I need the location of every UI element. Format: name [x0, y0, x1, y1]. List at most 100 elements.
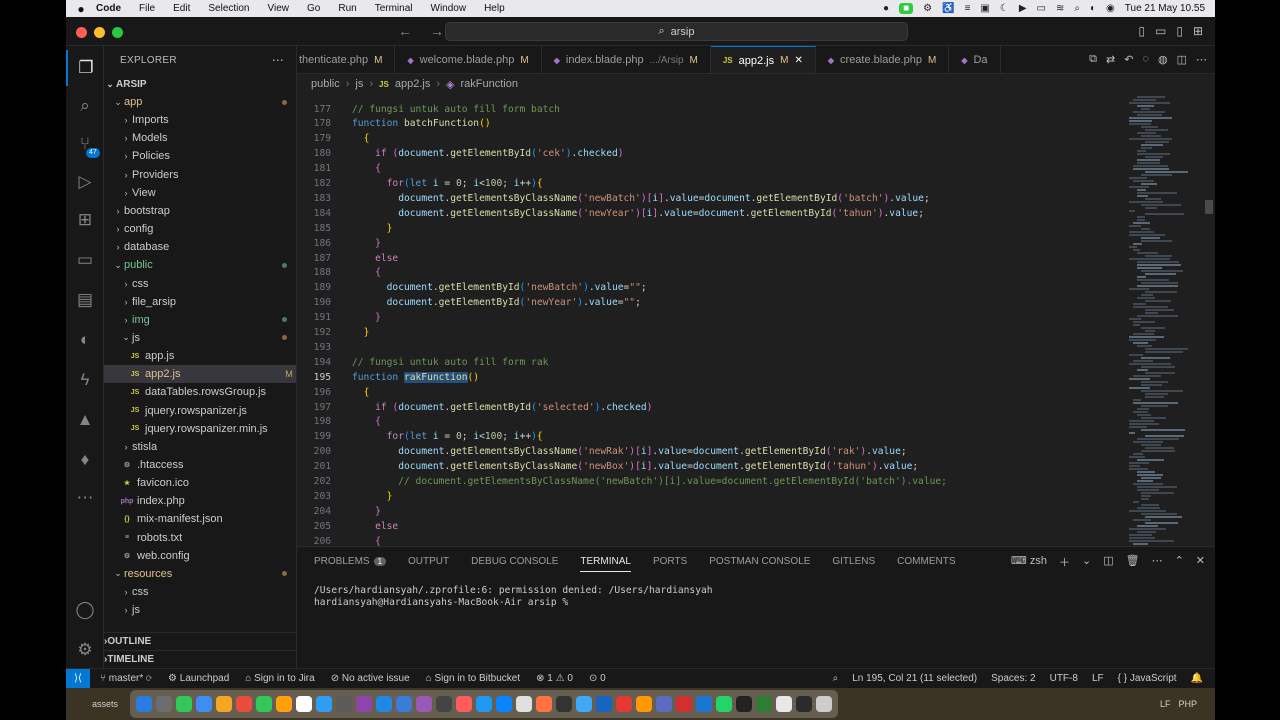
open-preview-icon[interactable]: ⧉	[1089, 53, 1097, 66]
tree-folder[interactable]: › config	[104, 220, 296, 238]
outline-section[interactable]: › OUTLINE	[104, 632, 296, 650]
panel-tab[interactable]: POSTMAN CONSOLE	[709, 556, 810, 567]
tree-file[interactable]: JS jquery.rowspanizer.js	[104, 402, 296, 420]
code-line[interactable]: 192 }	[297, 325, 1097, 340]
tree-file[interactable]: ⚙ .htaccess	[104, 456, 296, 474]
project-root[interactable]: ⌄ ARSIP	[104, 75, 296, 93]
editor-tab[interactable]: JS app2.js M ✕	[710, 46, 816, 73]
forward-arrow-icon[interactable]: →	[430, 23, 444, 39]
dock-app-icon[interactable]	[656, 696, 672, 712]
dock-app-icon[interactable]	[136, 696, 152, 712]
toggle-panel-icon[interactable]: ▭	[1155, 24, 1166, 38]
dock-app-icon[interactable]	[556, 696, 572, 712]
cursor-position[interactable]: Ln 195, Col 21 (11 selected)	[852, 673, 977, 684]
code-line[interactable]: 190 document.getElementById('newYear').v…	[297, 295, 1097, 310]
new-terminal-icon[interactable]: ＋	[1059, 554, 1070, 570]
panel-tab[interactable]: COMMENTS	[897, 556, 955, 567]
go-back-icon[interactable]: ↶	[1124, 53, 1133, 66]
moon-icon[interactable]: ☾	[1000, 3, 1009, 14]
code-line[interactable]: 203 }	[297, 489, 1097, 504]
accounts-icon[interactable]: ◯	[66, 592, 104, 628]
dock-app-icon[interactable]	[416, 696, 432, 712]
minimap[interactable]	[1127, 94, 1203, 546]
split-editor-icon[interactable]: ◫	[1177, 53, 1187, 66]
database-icon[interactable]: ≡	[965, 3, 971, 14]
dock-app-icon[interactable]	[296, 696, 312, 712]
breadcrumb-item[interactable]: app2.js	[395, 78, 430, 90]
code-line[interactable]: 188 {	[297, 265, 1097, 280]
run-debug-icon[interactable]: ▷	[66, 164, 104, 200]
notifications-bell-icon[interactable]: 🔔	[1191, 673, 1203, 684]
code-line[interactable]: 184 document.getElementsByClassName('new…	[297, 206, 1097, 221]
tree-folder[interactable]: › css	[104, 275, 296, 293]
dock-app-icon[interactable]	[476, 696, 492, 712]
code-line[interactable]: 198 {	[297, 414, 1097, 429]
more-actions-icon[interactable]: ⋯	[1196, 53, 1207, 66]
dock-app-icon[interactable]	[256, 696, 272, 712]
editor-tab[interactable]: ◆ Da	[949, 46, 1001, 73]
remote-explorer-icon[interactable]: ▭	[66, 242, 104, 278]
more-actions-icon[interactable]: ⋯	[272, 53, 284, 67]
code-line[interactable]: 195 function rakFunction()	[297, 370, 1097, 385]
code-line[interactable]: 199 for(let i = 0; i<100; i++){	[297, 429, 1097, 444]
code-line[interactable]: 179 {	[297, 131, 1097, 146]
tree-folder[interactable]: ⌄ public	[104, 256, 296, 274]
menu-go[interactable]: Go	[307, 3, 320, 14]
command-center-search[interactable]: ⌕ arsip	[445, 22, 908, 41]
dock-app-icon[interactable]	[176, 696, 192, 712]
dock-app-icon[interactable]	[376, 696, 392, 712]
git-branch[interactable]: ⑂ master* ⟳	[100, 673, 152, 684]
source-control-icon[interactable]: ⑂ 47	[66, 126, 104, 162]
menu-view[interactable]: View	[268, 3, 290, 14]
dock-app-icon[interactable]	[156, 696, 172, 712]
code-line[interactable]: 193	[297, 340, 1097, 355]
tree-folder[interactable]: › Imports	[104, 111, 296, 129]
dock-app-icon[interactable]	[716, 696, 732, 712]
menu-help[interactable]: Help	[484, 3, 505, 14]
code-line[interactable]: 177 // fungsi untuk auto fill form batch	[297, 102, 1097, 117]
bitbucket-sign-in[interactable]: ⌂ Sign in to Bitbucket	[426, 673, 520, 684]
editor-tab[interactable]: ◆ index.blade.php .../Arsip M	[542, 46, 711, 73]
menu-app-name[interactable]: Code	[96, 3, 121, 14]
dock-app-icon[interactable]	[776, 696, 792, 712]
dock-app-icon[interactable]	[756, 696, 772, 712]
dock-app-icon[interactable]	[516, 696, 532, 712]
problems-status[interactable]: ⊗ 1 ⚠ 0	[536, 673, 573, 684]
astro-icon[interactable]: ▲	[66, 402, 104, 438]
more-actions-icon[interactable]: ⋯	[1152, 554, 1163, 570]
split-terminal-icon[interactable]: ◫	[1103, 554, 1113, 570]
manage-gear-icon[interactable]: ⚙	[66, 632, 104, 668]
menu-selection[interactable]: Selection	[208, 3, 249, 14]
language-mode[interactable]: { } JavaScript	[1118, 673, 1177, 684]
open-changes-icon[interactable]: ◌	[1142, 53, 1149, 66]
dock-app-icon[interactable]	[576, 696, 592, 712]
more-views-icon[interactable]: ⋯	[66, 480, 104, 516]
timeline-section[interactable]: › TIMELINE	[104, 650, 296, 668]
code-line[interactable]: 202 // document.getElementsByClassName('…	[297, 474, 1097, 489]
accessibility-icon[interactable]: ♿	[942, 3, 954, 14]
zoom-window-button[interactable]	[112, 27, 123, 38]
controls-icon[interactable]: ⚙	[923, 3, 932, 14]
dock-app-icon[interactable]	[536, 696, 552, 712]
editor-tab[interactable]: ◆ welcome.blade.php M	[395, 46, 542, 73]
zoom-icon[interactable]: ⌕	[833, 673, 839, 684]
control-center-icon[interactable]: ◐	[1090, 3, 1096, 14]
tree-folder[interactable]: › img	[104, 311, 296, 329]
customize-layout-icon[interactable]: ⊞	[1193, 24, 1203, 38]
facetime-icon[interactable]: ■	[899, 3, 914, 14]
breadcrumb-item[interactable]: rakFunction	[460, 78, 517, 90]
panel-tab[interactable]: DEBUG CONSOLE	[471, 556, 558, 567]
tree-folder[interactable]: › Providers	[104, 166, 296, 184]
panel-tab[interactable]: TERMINAL	[580, 551, 631, 572]
siri-icon[interactable]: ◉	[1106, 3, 1115, 14]
gitlens-icon[interactable]: ◐	[66, 322, 104, 358]
maximize-panel-icon[interactable]: ⌃	[1175, 554, 1184, 570]
tree-folder[interactable]: › js	[104, 601, 296, 619]
panel-tab[interactable]: OUTPUT	[408, 556, 449, 567]
tree-folder[interactable]: › database	[104, 238, 296, 256]
code-line[interactable]: 196 {	[297, 385, 1097, 400]
code-line[interactable]: 183 document.getElementsByClassName('new…	[297, 191, 1097, 206]
close-panel-icon[interactable]: ✕	[1196, 554, 1205, 570]
tree-file[interactable]: ≡ robots.txt	[104, 529, 296, 547]
code-line[interactable]: 194 // fungsi untuk auto fill form rak	[297, 355, 1097, 370]
